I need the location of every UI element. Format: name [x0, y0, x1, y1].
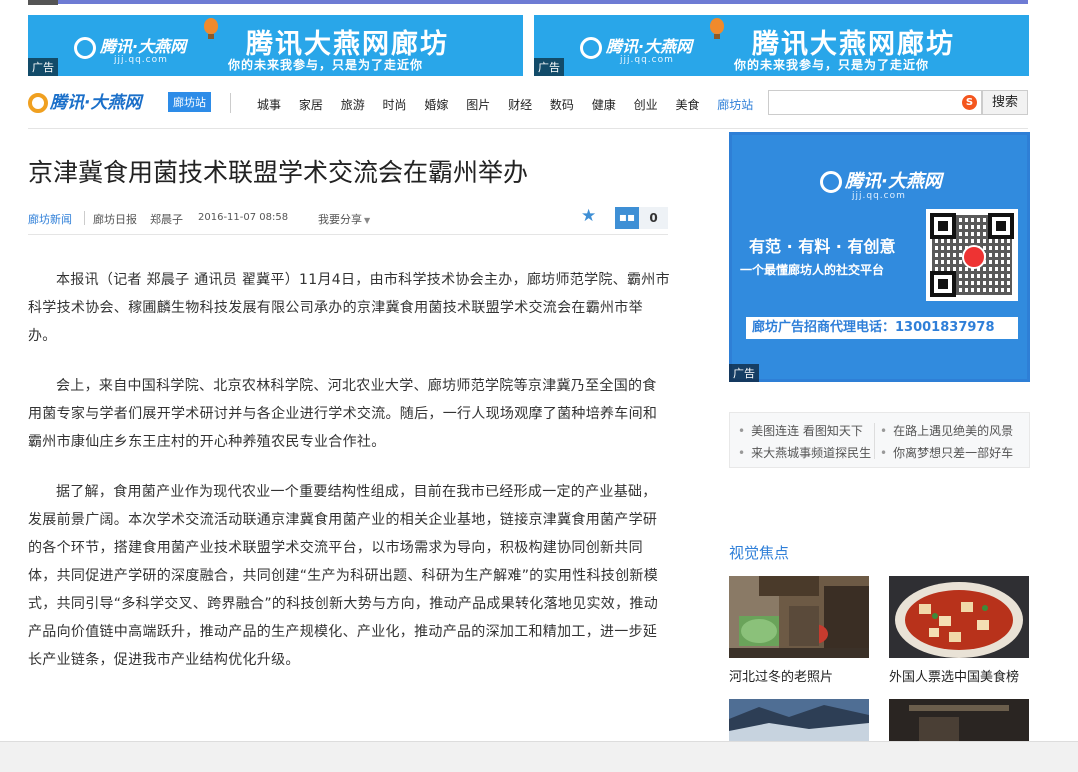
- focus-caption[interactable]: 河北过冬的老照片: [729, 666, 833, 685]
- article-paragraph: 本报讯（记者 郑晨子 通讯员 翟冀平）11月4日，由市科学技术协会主办，廊坊师范…: [28, 272, 670, 344]
- nav-item-meishi[interactable]: 美食: [675, 98, 699, 112]
- site-logo-text: 腾讯·大燕网: [50, 93, 142, 113]
- article-meta: 廊坊新闻 廊坊日报 郑晨子 2016-11-07 08:58 我要分享 ▼ ★ ▪…: [28, 206, 668, 235]
- mountain-photo: [729, 699, 869, 741]
- sidebar-ad-logo-text: 腾讯·大燕网: [845, 171, 942, 192]
- banner-ad-slogan: 你的未来我参与，只是为了走近你: [734, 58, 930, 72]
- share-label: 我要分享: [318, 213, 362, 226]
- article-body: 本报讯（记者 郑晨子 通讯员 翟冀平）11月4日，由市科学技术协会主办，廊坊师范…: [28, 266, 670, 696]
- chevron-down-icon: ▼: [364, 216, 371, 225]
- search-input[interactable]: S: [768, 90, 982, 115]
- share-button[interactable]: 我要分享 ▼: [318, 211, 370, 227]
- nav-item-langfang[interactable]: 廊坊站: [717, 98, 753, 112]
- sidebar-link[interactable]: 来大燕城事频道探民生: [738, 442, 871, 464]
- ad-tag: 广告: [729, 364, 759, 382]
- logo-circle-icon: [580, 36, 602, 59]
- qr-finder: [930, 213, 956, 239]
- sidebar-ad-url: jjj.qq.com: [852, 191, 906, 201]
- banner-ad-url: jjj.qq.com: [114, 55, 168, 65]
- sidebar-links: 美图连连 看图知天下 来大燕城事频道探民生 在路上遇见绝美的风景 你离梦想只差一…: [729, 412, 1030, 468]
- focus-thumb-old-photos[interactable]: [729, 576, 869, 658]
- logo-circle-icon: [820, 171, 842, 193]
- city-badge[interactable]: 廊坊站: [168, 92, 211, 112]
- sidebar-ad-inner: 腾讯·大燕网 jjj.qq.com 有范 · 有料 · 有创意 一个最懂廊坊人的…: [732, 135, 1027, 379]
- focus-section-title: 视觉焦点: [729, 544, 790, 562]
- focus-caption[interactable]: 外国人票选中国美食榜: [889, 666, 1019, 685]
- focus-thumb-mountains[interactable]: [729, 699, 869, 741]
- focus-thumb-dark[interactable]: [889, 699, 1029, 741]
- top-strip: [0, 0, 1078, 5]
- sidebar-ad-phone: 廊坊广告招商代理电话：13001837978: [746, 317, 1018, 339]
- top-color-bar: [28, 0, 1028, 4]
- channel-link[interactable]: 廊坊新闻: [28, 211, 72, 227]
- banner-ad-slogan: 你的未来我参与，只是为了走近你: [228, 58, 424, 72]
- banner-ad-logo-text: 腾讯·大燕网: [100, 37, 187, 56]
- banner-ad-logo-text: 腾讯·大燕网: [606, 37, 693, 56]
- article-title: 京津冀食用菌技术联盟学术交流会在霸州举办: [28, 158, 529, 187]
- browser-bottom-bar: [0, 741, 1078, 772]
- sidebar-links-divider: [874, 423, 875, 459]
- sidebar-link[interactable]: 美图连连 看图知天下: [738, 420, 871, 442]
- article-author: 郑晨子: [150, 213, 183, 226]
- sidebar-link[interactable]: 你离梦想只差一部好车: [880, 442, 1013, 464]
- sidebar-link[interactable]: 在路上遇见绝美的风景: [880, 420, 1013, 442]
- nav-underline: [28, 128, 1028, 129]
- site-logo[interactable]: 腾讯·大燕网: [28, 88, 141, 113]
- dark-photo: [889, 699, 1029, 741]
- comment-icon[interactable]: ▪▪: [615, 207, 639, 229]
- banner-ad-url: jjj.qq.com: [620, 55, 674, 65]
- comment-count[interactable]: 0: [639, 207, 668, 229]
- top-ad-tag-fragment: [28, 0, 58, 5]
- logo-circle-icon: [28, 93, 48, 113]
- article-paragraph: 会上，来自中国科学院、北京农林科学院、河北农业大学、廊坊师范学院等京津冀乃至全国…: [28, 378, 658, 450]
- nav-item-jiankang[interactable]: 健康: [592, 98, 616, 112]
- logo-circle-icon: [74, 36, 96, 59]
- qr-center-logo: [962, 245, 986, 269]
- mapo-tofu-photo: [889, 576, 1029, 658]
- article-time: 2016-11-07 08:58: [198, 212, 289, 223]
- search-area: S 搜索: [768, 90, 1028, 115]
- sidebar-links-col: 在路上遇见绝美的风景 你离梦想只差一部好车: [880, 420, 1013, 464]
- nav-item-chengshi[interactable]: 城事: [257, 98, 281, 112]
- nav-divider: [230, 93, 231, 113]
- article-paragraph: 据了解，食用菌产业作为现代农业一个重要结构性组成，目前在我市已经形成一定的产业基…: [28, 484, 659, 668]
- old-house-photo: [729, 576, 869, 658]
- nav-links: 城事 家居 旅游 时尚 婚嫁 图片 财经 数码 健康 创业 美食 廊坊站: [257, 96, 767, 113]
- sidebar-ad-line1: 有范 · 有料 · 有创意: [749, 237, 896, 256]
- qr-finder: [930, 271, 956, 297]
- focus-thumb-food[interactable]: [889, 576, 1029, 658]
- nav-item-shishang[interactable]: 时尚: [383, 98, 407, 112]
- sogou-search-icon: S: [962, 95, 977, 110]
- sidebar-ad-line2: 一个最懂廊坊人的社交平台: [740, 263, 885, 277]
- balloon-icon: [204, 18, 218, 39]
- banner-ad-left[interactable]: 腾讯·大燕网 jjj.qq.com 腾讯大燕网廊坊 你的未来我参与，只是为了走近…: [28, 15, 523, 76]
- qr-code-icon: [926, 209, 1018, 301]
- sidebar-ad-logo: 腾讯·大燕网: [820, 167, 942, 193]
- nav-item-tupian[interactable]: 图片: [466, 98, 490, 112]
- nav-item-caijing[interactable]: 财经: [508, 98, 532, 112]
- sidebar-ad[interactable]: 腾讯·大燕网 jjj.qq.com 有范 · 有料 · 有创意 一个最懂廊坊人的…: [729, 132, 1030, 382]
- nav-item-jiaju[interactable]: 家居: [299, 98, 323, 112]
- meta-divider: [84, 211, 85, 225]
- nav-item-chuangye[interactable]: 创业: [634, 98, 658, 112]
- nav-item-shuma[interactable]: 数码: [550, 98, 574, 112]
- balloon-icon: [710, 18, 724, 39]
- search-button[interactable]: 搜索: [982, 90, 1028, 115]
- nav-item-hunjia[interactable]: 婚嫁: [424, 98, 448, 112]
- ad-tag: 广告: [534, 58, 564, 76]
- nav-item-lvyou[interactable]: 旅游: [341, 98, 365, 112]
- sidebar-links-col: 美图连连 看图知天下 来大燕城事频道探民生: [738, 420, 871, 464]
- banner-ad-right[interactable]: 腾讯·大燕网 jjj.qq.com 腾讯大燕网廊坊 你的未来我参与，只是为了走近…: [534, 15, 1029, 76]
- ad-tag: 广告: [28, 58, 58, 76]
- article-source: 廊坊日报: [93, 213, 137, 226]
- qr-finder: [988, 213, 1014, 239]
- site-nav: 腾讯·大燕网 廊坊站 城事 家居 旅游 时尚 婚嫁 图片 财经 数码 健康 创业…: [28, 86, 1028, 120]
- star-icon[interactable]: ★: [581, 206, 596, 226]
